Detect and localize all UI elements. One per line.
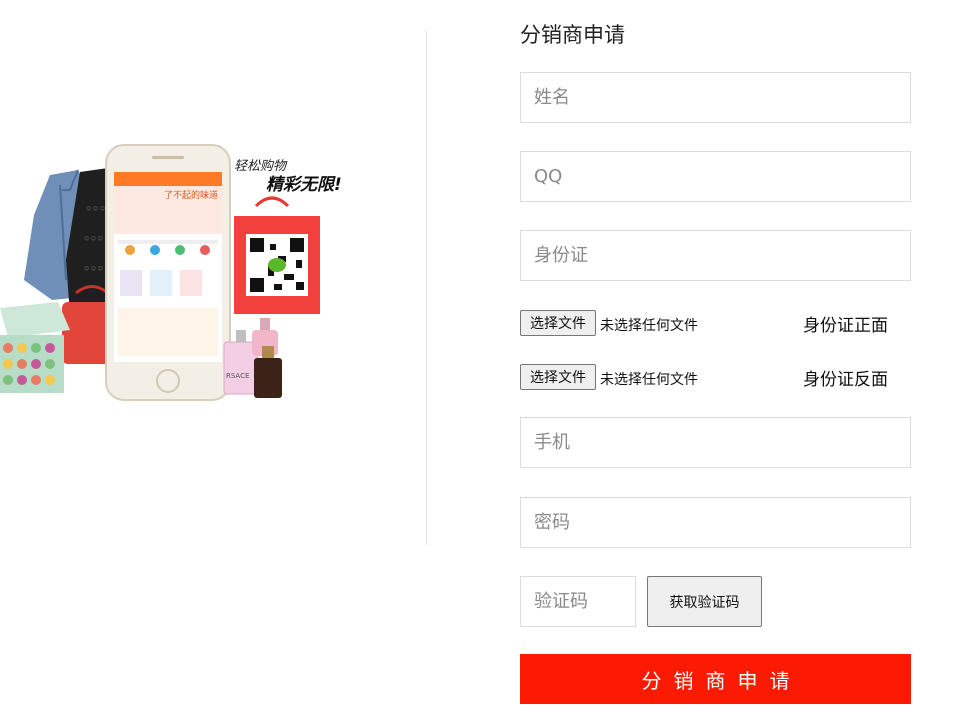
file-status: 未选择任何文件	[600, 372, 698, 388]
name-input[interactable]	[520, 72, 911, 123]
slogan-line2: 精彩无限!	[266, 175, 342, 195]
macaron-box-icon	[0, 302, 70, 393]
slogan-line1: 轻松购物	[234, 159, 288, 174]
submit-button[interactable]: 分销商申请	[520, 654, 911, 704]
shopping-illustration: ☺ ☺ ☺ ☺ ☺ ☺ ☺ ☺ ☺ RSACE 轻松购物 精彩无限! 了不起的味…	[0, 144, 342, 401]
upload-label: 身份证正面	[803, 316, 888, 336]
svg-text:☺ ☺ ☺: ☺ ☺ ☺	[84, 235, 103, 242]
id-back-upload: 选择文件 未选择任何文件 身份证反面	[520, 364, 912, 390]
form-title: 分销商申请	[520, 23, 625, 47]
file-status: 未选择任何文件	[600, 318, 698, 334]
promo-illustration: ☺ ☺ ☺ ☺ ☺ ☺ ☺ ☺ ☺ RSACE 轻松购物 精彩无限! 了不起的味…	[0, 130, 400, 420]
choose-file-button[interactable]: 选择文件	[520, 364, 596, 390]
get-code-button[interactable]: 获取验证码	[647, 576, 762, 627]
password-input[interactable]	[520, 497, 911, 548]
phone-banner-text: 了不起的味道	[164, 189, 218, 201]
verification-code-input[interactable]	[520, 576, 636, 627]
perfume-icon: RSACE	[223, 318, 282, 398]
qq-input[interactable]	[520, 151, 911, 202]
id-front-upload: 选择文件 未选择任何文件 身份证正面	[520, 310, 912, 336]
svg-text:☺ ☺ ☺: ☺ ☺ ☺	[86, 205, 105, 212]
qr-bag-icon	[234, 196, 320, 314]
vertical-divider	[426, 30, 427, 545]
id-card-input[interactable]	[520, 230, 911, 281]
choose-file-button[interactable]: 选择文件	[520, 310, 596, 336]
svg-text:☺ ☺ ☺: ☺ ☺ ☺	[84, 265, 103, 272]
upload-label: 身份证反面	[803, 370, 888, 390]
smartphone-icon	[105, 144, 231, 401]
phone-input[interactable]	[520, 417, 911, 468]
perfume-brand: RSACE	[226, 372, 249, 380]
